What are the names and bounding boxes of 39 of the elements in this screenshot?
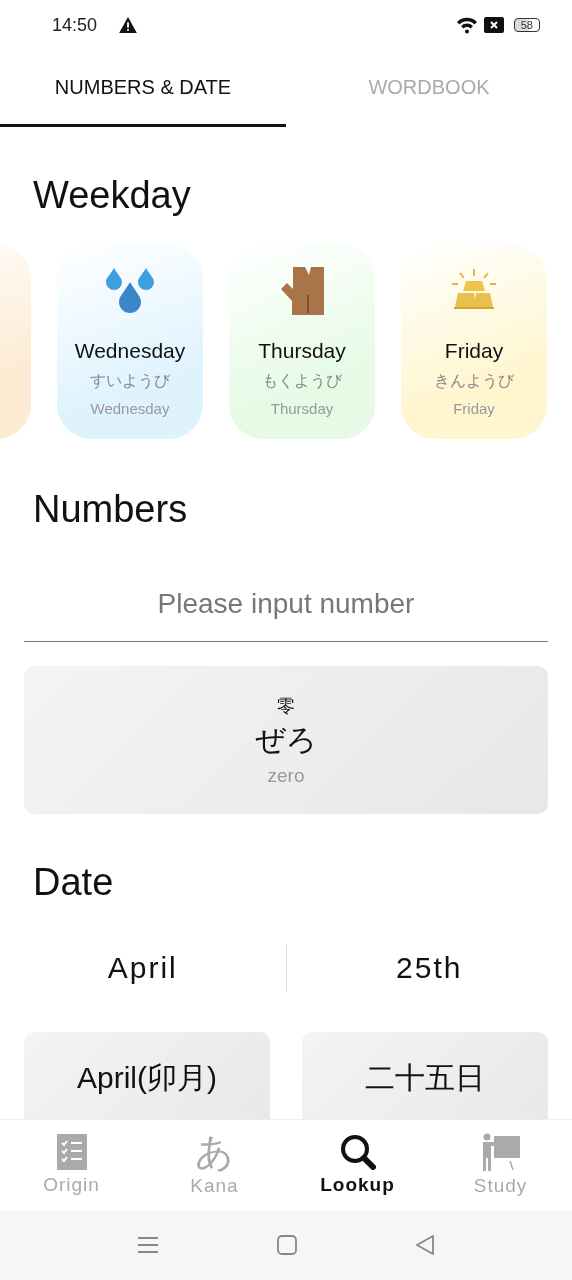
weekday-card[interactable]: Wednesday すいようび Wednesday xyxy=(57,245,203,439)
back-icon[interactable] xyxy=(415,1235,435,1255)
section-title: Date xyxy=(33,860,115,904)
section-title: Numbers xyxy=(33,487,189,531)
kana-glyph: あ xyxy=(194,1133,235,1171)
month-picker[interactable]: April xyxy=(0,951,286,985)
number-kana: ぜろ xyxy=(255,721,317,758)
no-sim-icon xyxy=(483,17,504,33)
number-kanji: 零 xyxy=(277,694,295,718)
tab[interactable]: NUMBERS & DATE xyxy=(0,50,286,127)
battery-indicator: 58 xyxy=(513,18,540,32)
weekday-kana: すいようび xyxy=(90,371,170,391)
weekday-english: Friday xyxy=(453,400,495,417)
status-time: 14:50 xyxy=(52,14,98,36)
water-drops-icon xyxy=(105,267,155,315)
section-title: Weekday xyxy=(33,173,192,217)
weekday-english: Wednesday xyxy=(90,400,170,417)
number-meaning: zero xyxy=(267,764,305,787)
wifi-icon xyxy=(455,16,478,34)
date-reading: 二十五日 xyxy=(365,1060,485,1096)
weekday-kana: きんようび xyxy=(434,371,514,391)
number-input-field[interactable]: Please input number xyxy=(24,567,548,642)
menu-icon[interactable] xyxy=(137,1236,159,1254)
weekday-card[interactable]: Friday きんようび Friday xyxy=(401,245,547,439)
weekday-card[interactable]: Thursday もくようび Thursday xyxy=(229,245,375,439)
weekday-name: Thursday xyxy=(258,339,346,363)
weekday-english: Thursday xyxy=(270,400,334,417)
home-icon[interactable] xyxy=(277,1235,297,1255)
weekday-name: Friday xyxy=(444,339,504,363)
teacher-board-icon xyxy=(481,1133,520,1171)
date-reading: April(卯月) xyxy=(77,1060,217,1096)
weekday-kana: もくようび xyxy=(262,371,342,391)
weekday-name: Wednesday xyxy=(74,339,186,363)
checklist-icon xyxy=(56,1134,87,1170)
day-picker[interactable]: 25th xyxy=(286,951,572,985)
warning-icon xyxy=(119,17,138,33)
search-icon xyxy=(339,1134,376,1170)
tree-stump-icon xyxy=(279,267,325,315)
nav-item[interactable]: Lookup xyxy=(286,1120,429,1210)
